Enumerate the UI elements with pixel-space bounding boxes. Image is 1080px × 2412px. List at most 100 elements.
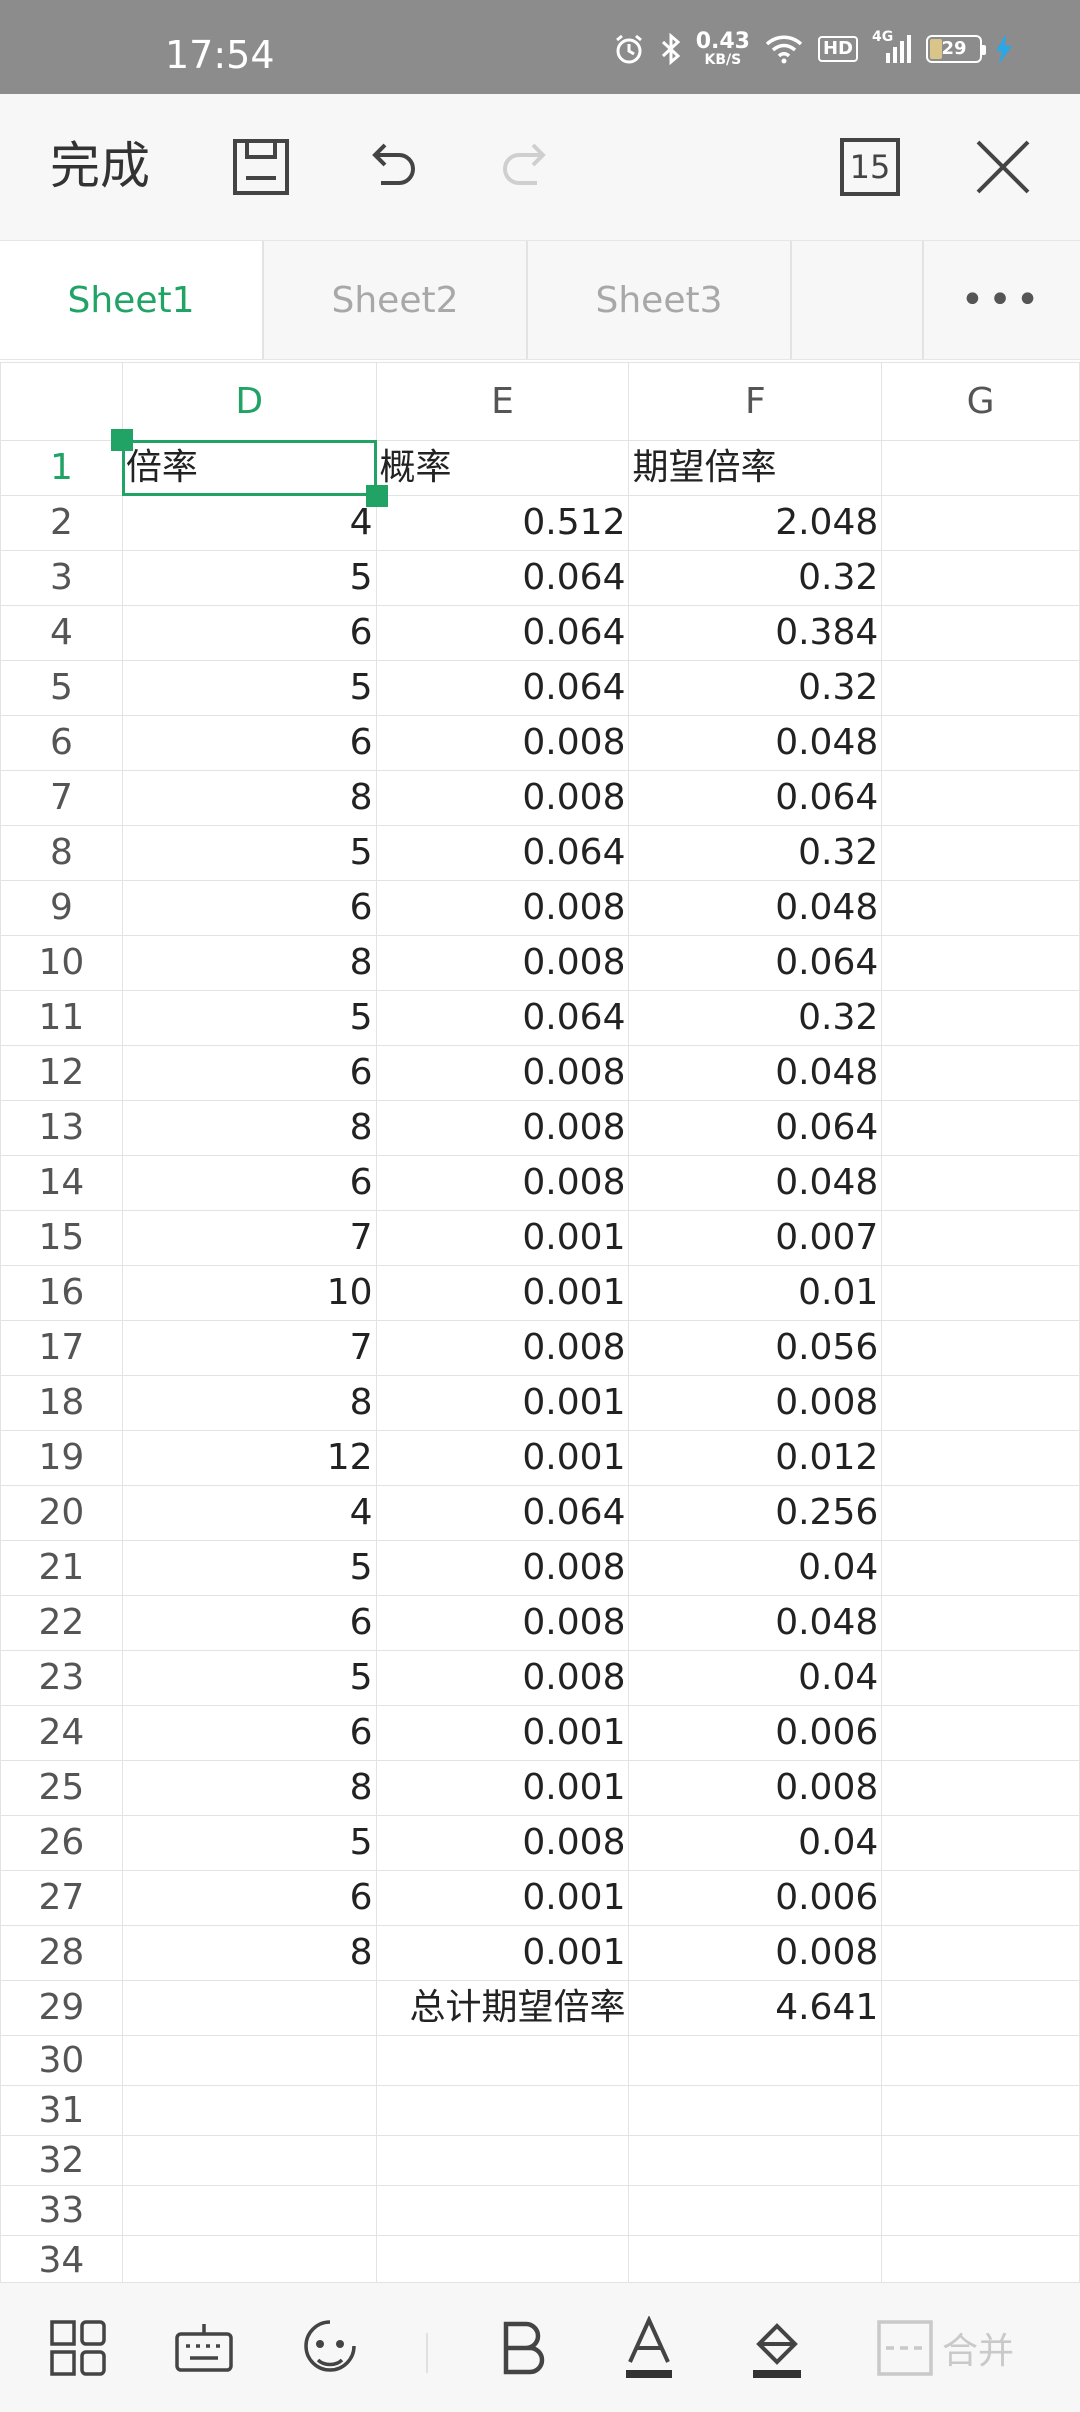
row-header[interactable]: 11 xyxy=(0,990,123,1046)
cell[interactable]: 0.384 xyxy=(628,605,883,661)
merge-cells-icon[interactable]: 合并 xyxy=(876,2313,1046,2383)
total-label-cell[interactable]: 总计期望倍率 xyxy=(375,1980,630,2036)
cell[interactable] xyxy=(881,2035,1080,2086)
row-header[interactable]: 14 xyxy=(0,1155,123,1211)
row-header[interactable]: 30 xyxy=(0,2035,123,2086)
cell[interactable]: 0.008 xyxy=(375,770,630,826)
spreadsheet-grid[interactable]: D E F G 1 倍率 概率 期望倍率 2 4 0.512 2.048 3 5 0.064… xyxy=(0,362,1080,2282)
cell[interactable]: 5 xyxy=(121,825,377,881)
cell[interactable]: 0.006 xyxy=(628,1705,883,1761)
column-header-e[interactable]: E xyxy=(375,362,630,441)
cell[interactable]: 0.008 xyxy=(375,880,630,936)
cell[interactable] xyxy=(881,1375,1080,1431)
cell[interactable]: 8 xyxy=(121,1100,377,1156)
cell[interactable]: 0.064 xyxy=(628,770,883,826)
selection-handle-top-left[interactable] xyxy=(110,429,133,451)
cell-d1-selected[interactable]: 倍率 xyxy=(110,429,388,507)
tab-sheet2[interactable]: Sheet2 xyxy=(264,241,528,359)
more-tabs-button[interactable]: ••• xyxy=(924,241,1080,359)
cell[interactable]: 7 xyxy=(121,1320,377,1376)
cell[interactable]: 0.064 xyxy=(375,1485,630,1541)
cell[interactable] xyxy=(628,2235,883,2282)
layout-icon[interactable] xyxy=(46,2313,110,2383)
cell[interactable]: 0.008 xyxy=(375,1155,630,1211)
cell[interactable]: 0.064 xyxy=(628,1100,883,1156)
cell[interactable] xyxy=(881,1705,1080,1761)
row-header[interactable]: 15 xyxy=(0,1210,123,1266)
row-header[interactable]: 8 xyxy=(0,825,123,881)
cell[interactable]: 0.32 xyxy=(628,660,883,716)
cell[interactable]: 8 xyxy=(121,770,377,826)
cell[interactable]: 0.064 xyxy=(628,935,883,991)
row-header[interactable]: 10 xyxy=(0,935,123,991)
row-header[interactable]: 16 xyxy=(0,1265,123,1321)
cell[interactable]: 7 xyxy=(121,1210,377,1266)
cell[interactable]: 0.064 xyxy=(375,825,630,881)
cell[interactable]: 0.32 xyxy=(628,990,883,1046)
row-header[interactable]: 23 xyxy=(0,1650,123,1706)
cell[interactable] xyxy=(121,1980,377,2036)
row-header[interactable]: 4 xyxy=(0,605,123,661)
cell[interactable] xyxy=(881,1870,1080,1926)
cell[interactable]: 8 xyxy=(121,1760,377,1816)
font-color-icon[interactable] xyxy=(616,2313,682,2383)
sheet-count-icon[interactable]: 15 xyxy=(840,138,900,196)
tab-sheet3[interactable]: Sheet3 xyxy=(528,241,792,359)
cell[interactable] xyxy=(375,2035,630,2086)
cell[interactable] xyxy=(881,2135,1080,2186)
cell[interactable]: 0.001 xyxy=(375,1760,630,1816)
keyboard-icon[interactable] xyxy=(172,2313,236,2383)
row-header[interactable]: 3 xyxy=(0,550,123,606)
cell[interactable]: 6 xyxy=(121,1705,377,1761)
cell[interactable]: 0.008 xyxy=(375,1650,630,1706)
cell[interactable] xyxy=(881,440,1080,496)
cell[interactable] xyxy=(881,1320,1080,1376)
row-header[interactable]: 22 xyxy=(0,1595,123,1651)
cell[interactable]: 概率 xyxy=(375,440,630,496)
cell[interactable]: 0.048 xyxy=(628,1155,883,1211)
cell[interactable] xyxy=(628,2135,883,2186)
cell[interactable]: 0.008 xyxy=(375,1815,630,1871)
cell[interactable]: 0.064 xyxy=(375,990,630,1046)
cell[interactable]: 6 xyxy=(121,1045,377,1101)
selection-handle-bottom-right[interactable] xyxy=(365,485,388,507)
cell[interactable] xyxy=(881,660,1080,716)
row-header[interactable]: 32 xyxy=(0,2135,123,2186)
column-header-f[interactable]: F xyxy=(628,362,883,441)
cell[interactable]: 0.064 xyxy=(375,605,630,661)
cell[interactable] xyxy=(881,715,1080,771)
cell[interactable] xyxy=(881,1210,1080,1266)
cell[interactable]: 0.001 xyxy=(375,1210,630,1266)
row-header[interactable]: 27 xyxy=(0,1870,123,1926)
cell[interactable]: 5 xyxy=(121,550,377,606)
save-icon[interactable] xyxy=(230,136,292,198)
cell[interactable]: 6 xyxy=(121,1595,377,1651)
cell[interactable] xyxy=(881,1100,1080,1156)
cell[interactable] xyxy=(628,2085,883,2136)
cell[interactable]: 8 xyxy=(121,935,377,991)
cell[interactable]: 0.04 xyxy=(628,1815,883,1871)
cell[interactable] xyxy=(881,2185,1080,2236)
cell[interactable]: 6 xyxy=(121,605,377,661)
row-header[interactable]: 33 xyxy=(0,2185,123,2236)
row-header[interactable]: 17 xyxy=(0,1320,123,1376)
row-header[interactable]: 9 xyxy=(0,880,123,936)
total-value-cell[interactable]: 4.641 xyxy=(628,1980,883,2036)
cell[interactable]: 0.048 xyxy=(628,1045,883,1101)
cell[interactable] xyxy=(881,2235,1080,2282)
cell[interactable] xyxy=(121,2235,377,2282)
cell[interactable]: 0.32 xyxy=(628,550,883,606)
cell[interactable]: 0.008 xyxy=(628,1375,883,1431)
cell[interactable]: 6 xyxy=(121,1870,377,1926)
cell[interactable] xyxy=(881,550,1080,606)
row-header[interactable]: 13 xyxy=(0,1100,123,1156)
cell[interactable]: 0.064 xyxy=(375,660,630,716)
cell[interactable]: 0.008 xyxy=(628,1760,883,1816)
cell[interactable]: 5 xyxy=(121,1540,377,1596)
cell[interactable] xyxy=(375,2085,630,2136)
row-header[interactable]: 12 xyxy=(0,1045,123,1101)
cell[interactable] xyxy=(121,2185,377,2236)
cell[interactable] xyxy=(881,1155,1080,1211)
cell[interactable] xyxy=(881,935,1080,991)
cell[interactable]: 0.008 xyxy=(375,1100,630,1156)
